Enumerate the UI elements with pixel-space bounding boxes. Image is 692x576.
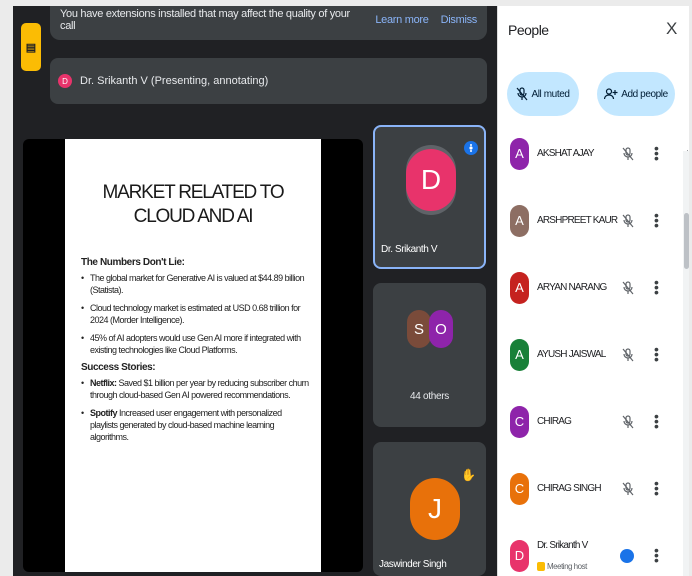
more-vert-icon[interactable]: • • • bbox=[654, 141, 659, 165]
participant-row[interactable]: C CHIRAG SINGH • • • bbox=[498, 455, 684, 522]
presenter-tile[interactable]: D Dr. Srikanth V bbox=[373, 125, 486, 269]
slide-stories: Netflix: Saved $1 billion per year by re… bbox=[77, 377, 309, 443]
more-vert-icon[interactable]: • • • bbox=[654, 409, 659, 433]
panel-title: People bbox=[508, 22, 549, 38]
mic-off-icon[interactable] bbox=[622, 146, 634, 161]
slide-title: MARKET RELATED TO CLOUD AND AI bbox=[102, 182, 285, 227]
all-muted-label: All muted bbox=[531, 88, 570, 100]
meet-window: ▤ You have extensions installed that may… bbox=[13, 6, 689, 576]
participant-row[interactable]: A AKSHAT AJAY • • • bbox=[498, 130, 684, 187]
host-label: Meeting host bbox=[537, 562, 587, 571]
participant-name: CHIRAG SINGH bbox=[537, 483, 602, 494]
presenting-label: Dr. Srikanth V (Presenting, annotating) bbox=[80, 75, 269, 87]
close-icon[interactable]: X bbox=[666, 19, 677, 39]
more-vert-icon[interactable]: • • • bbox=[654, 543, 659, 567]
more-vert-icon[interactable]: • • • bbox=[654, 275, 659, 299]
screen-share-view: MARKET RELATED TO CLOUD AND AI The Numbe… bbox=[23, 139, 363, 572]
more-vert-icon[interactable]: • • • bbox=[654, 342, 659, 366]
slide-story: Spotify Increased user engagement with p… bbox=[81, 407, 309, 443]
participant-tile-name: Jaswinder Singh bbox=[379, 559, 447, 570]
more-vert-icon[interactable]: • • • bbox=[654, 208, 659, 232]
participant-avatar: A bbox=[510, 137, 529, 170]
participant-name: Dr. Srikanth V bbox=[537, 540, 588, 551]
participant-row[interactable]: D Dr. Srikanth V Meeting host • • • bbox=[498, 522, 684, 576]
extension-icon[interactable]: ▤ bbox=[21, 23, 41, 71]
participant-tile[interactable]: ✋ J Jaswinder Singh bbox=[373, 442, 486, 576]
story-brand: Netflix: bbox=[90, 378, 117, 388]
story-text: Saved $1 billion per year by reducing su… bbox=[90, 378, 309, 400]
mic-off-icon[interactable] bbox=[622, 414, 634, 429]
person-add-icon bbox=[604, 88, 618, 100]
slide-numbers-heading: The Numbers Don't Lie: bbox=[81, 257, 185, 268]
host-text: Meeting host bbox=[547, 562, 587, 571]
others-count: 44 others bbox=[410, 391, 449, 402]
mic-off-icon[interactable] bbox=[622, 347, 634, 362]
host-icon bbox=[537, 562, 545, 571]
speaking-indicator-icon bbox=[620, 548, 634, 563]
others-tile[interactable]: S O 44 others bbox=[373, 283, 486, 427]
slide-story: Netflix: Saved $1 billion per year by re… bbox=[81, 377, 309, 401]
add-people-button[interactable]: Add people bbox=[597, 72, 675, 116]
participant-name: ARSHPREET KAUR bbox=[537, 215, 618, 226]
slide-stories-heading: Success Stories: bbox=[81, 362, 156, 373]
banner-message: You have extensions installed that may a… bbox=[60, 8, 350, 32]
add-people-label: Add people bbox=[621, 88, 668, 100]
participant-avatar: C bbox=[510, 472, 529, 505]
mic-off-icon[interactable] bbox=[622, 481, 634, 496]
presenting-bar: D Dr. Srikanth V (Presenting, annotating… bbox=[50, 58, 487, 104]
participant-avatar: J bbox=[410, 478, 460, 540]
participant-avatar: A bbox=[510, 271, 529, 304]
participant-row[interactable]: A AYUSH JAISWAL • • • bbox=[498, 321, 684, 388]
participant-row[interactable]: A ARYAN NARANG • • • bbox=[498, 254, 684, 321]
extension-banner: You have extensions installed that may a… bbox=[50, 6, 487, 40]
slide-bullet: 45% of AI adopters would use Gen AI more… bbox=[81, 332, 309, 356]
participant-list: A AKSHAT AJAY • • • A ARSHPREET KAUR • • • A… bbox=[498, 130, 684, 576]
participant-name: CHIRAG bbox=[537, 416, 572, 427]
people-panel: People X All muted Add people ▲ A AKSHAT… bbox=[497, 6, 689, 576]
story-text: Increased user engagement with personali… bbox=[90, 408, 282, 442]
participant-avatar: A bbox=[510, 338, 529, 371]
participant-avatar: C bbox=[510, 405, 529, 438]
participant-row[interactable]: C CHIRAG • • • bbox=[498, 388, 684, 455]
presenter-tile-name: Dr. Srikanth V bbox=[381, 244, 438, 255]
mic-off-icon[interactable] bbox=[622, 280, 634, 295]
hand-icon: ✋ bbox=[461, 468, 476, 482]
scroll-thumb[interactable] bbox=[684, 213, 689, 269]
slide-bullet: Cloud technology market is estimated at … bbox=[81, 302, 309, 326]
pin-icon[interactable] bbox=[464, 141, 478, 155]
presentation-slide: MARKET RELATED TO CLOUD AND AI The Numbe… bbox=[65, 139, 321, 572]
story-brand: Spotify bbox=[90, 408, 118, 418]
more-vert-icon[interactable]: • • • bbox=[654, 476, 659, 500]
participant-name: AKSHAT AJAY bbox=[537, 148, 595, 159]
participant-avatar: A bbox=[510, 204, 529, 237]
participant-avatar: D bbox=[510, 539, 529, 572]
dismiss-link[interactable]: Dismiss bbox=[441, 14, 478, 26]
slide-bullet: The global market for Generative AI is v… bbox=[81, 272, 309, 296]
presenter-mini-avatar: D bbox=[58, 74, 72, 88]
others-avatar: S bbox=[407, 310, 431, 348]
meeting-stage: ▤ You have extensions installed that may… bbox=[13, 6, 496, 576]
mic-off-icon bbox=[516, 87, 528, 101]
participant-name: AYUSH JAISWAL bbox=[537, 349, 606, 360]
all-muted-button[interactable]: All muted bbox=[507, 72, 579, 116]
participant-row[interactable]: A ARSHPREET KAUR • • • bbox=[498, 187, 684, 254]
learn-more-link[interactable]: Learn more bbox=[375, 14, 429, 26]
participant-name: ARYAN NARANG bbox=[537, 282, 607, 293]
others-avatar: O bbox=[429, 310, 453, 348]
presenter-avatar: D bbox=[406, 149, 456, 211]
mic-off-icon[interactable] bbox=[622, 213, 634, 228]
slide-bullets: The global market for Generative AI is v… bbox=[77, 272, 309, 356]
